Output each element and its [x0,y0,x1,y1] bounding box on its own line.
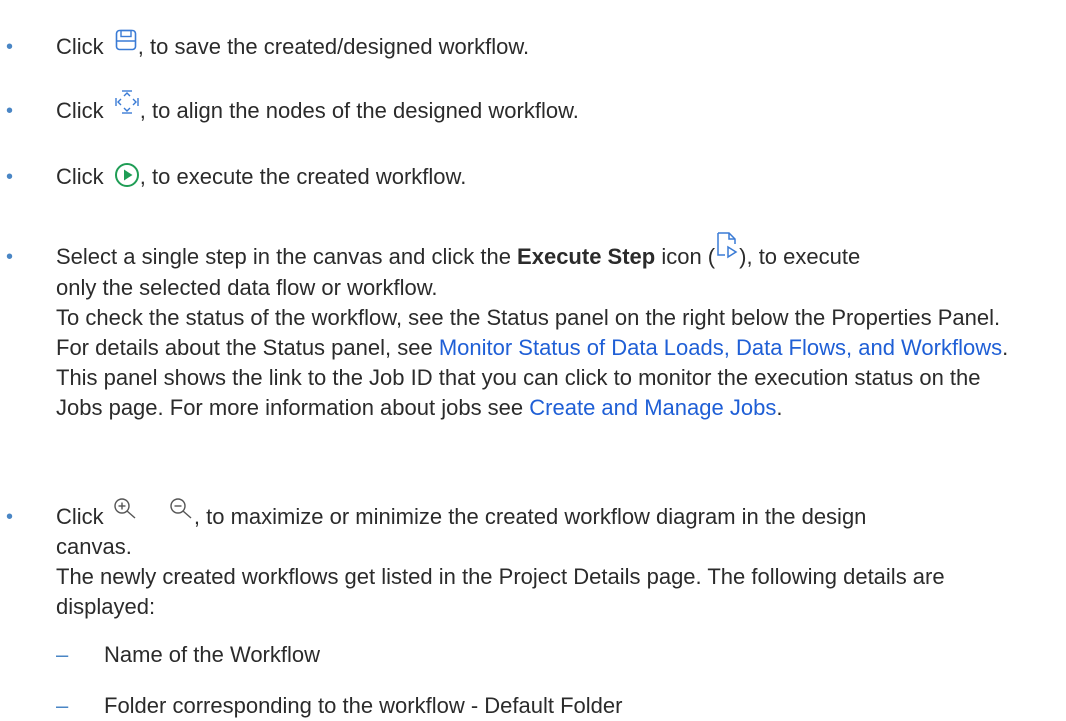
item-text-prefix: Click [56,34,104,59]
bullet: • [6,36,14,58]
zoom-in-icon[interactable] [112,496,138,522]
sub-list-item: – Folder corresponding to the workflow -… [56,691,1056,721]
item-text-prefix: Click [56,164,104,189]
item-text-mid: icon ( [655,244,716,269]
execute-step-label: Execute Step [517,244,656,269]
monitor-status-link[interactable]: Monitor Status of Data Loads, Data Flows… [439,335,1002,360]
save-icon[interactable] [114,28,138,52]
list-item-save: • Click , to save the created/designed w… [0,28,1060,68]
dash-bullet: – [56,642,69,667]
list-item-align: • Click , to align the nodes of the desi… [0,89,1060,132]
item-text-prefix: Click [56,504,104,529]
item-text-suffix: , to align the nodes of the designed wor… [139,98,579,123]
dash-bullet: – [56,693,69,718]
workflow-list-paragraph: The newly created workflows get listed i… [56,564,945,619]
sub-list-item: – Name of the Workflow [56,640,1056,670]
item-text-suffix: ), to execute [739,244,861,269]
item-text-prefix: Select a single step in the canvas and c… [56,244,518,269]
bullet: • [6,246,14,268]
align-nodes-icon[interactable] [114,89,140,115]
sub-item-text: Folder corresponding to the workflow - D… [104,693,623,718]
create-manage-jobs-link[interactable]: Create and Manage Jobs [529,395,776,420]
item-text-suffix: , to save the created/designed workflow. [137,34,530,59]
item-text-prefix: Click [56,98,104,123]
item-text-line2: canvas. [56,534,132,559]
item-text-suffix: , to maximize or minimize the created wo… [193,504,867,529]
sub-item-text: Name of the Workflow [104,642,321,667]
item-text-suffix: , to execute the created workflow. [139,164,467,189]
list-item-execute: • Click , to execute the created workflo… [0,158,1060,198]
zoom-out-icon[interactable] [168,496,194,522]
bullet: • [6,166,14,188]
item-text-line2: only the selected data flow or workflow. [56,275,438,301]
list-item-zoom: • Click , to maximize or minimize the cr… [0,490,1060,630]
play-icon[interactable] [114,162,140,188]
status-paragraph: To check the status of the workflow, see… [56,305,1009,421]
bullet: • [6,506,14,528]
list-item-execute-step: • Select a single step in the canvas and… [0,222,1060,472]
execute-step-icon[interactable] [715,231,739,261]
bullet: • [6,100,14,122]
